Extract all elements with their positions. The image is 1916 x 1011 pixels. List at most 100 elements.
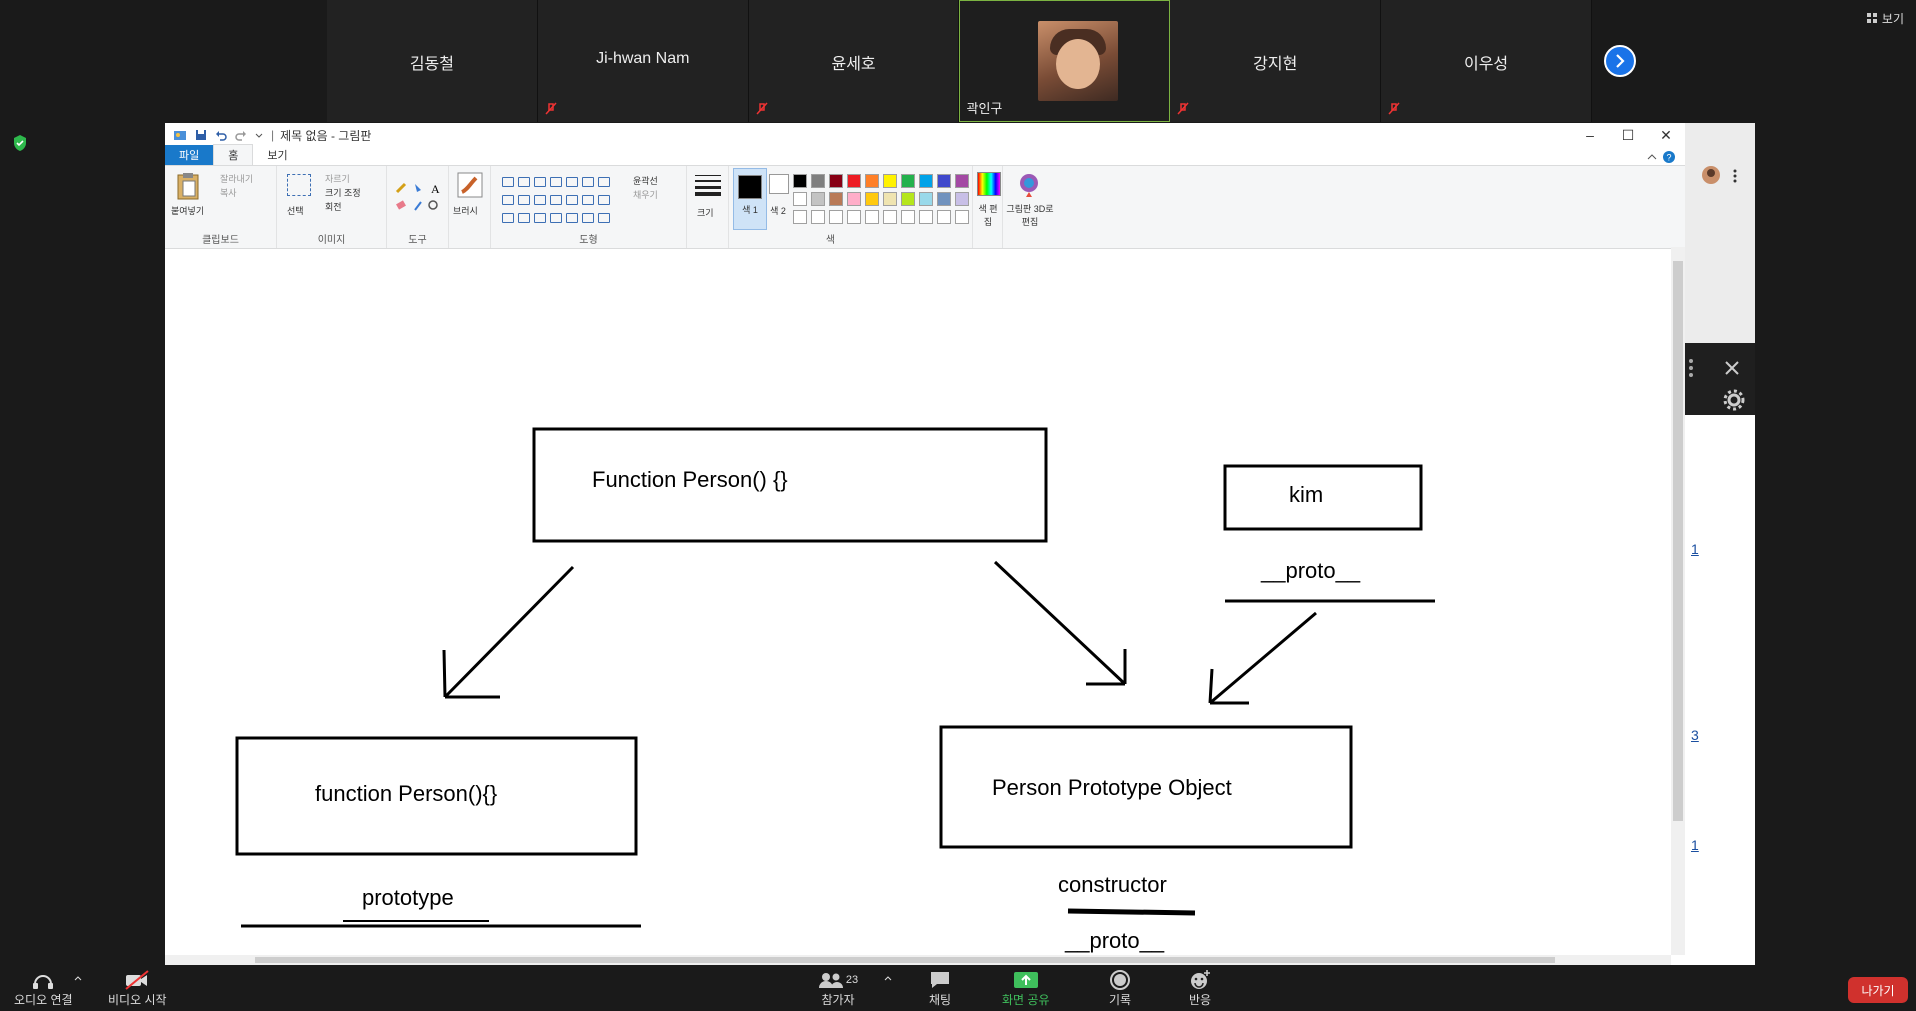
collapse-ribbon-icon[interactable] <box>1647 152 1657 162</box>
color-swatch[interactable] <box>811 192 825 206</box>
chat-button[interactable]: 채팅 <box>926 969 954 1008</box>
help-icon[interactable]: ? <box>1663 151 1675 163</box>
chevron-up-icon[interactable] <box>74 975 82 981</box>
brush-icon[interactable] <box>457 172 483 198</box>
start-video-button[interactable]: 비디오 시작 <box>108 969 167 1008</box>
save-icon[interactable] <box>195 129 207 141</box>
color-swatch[interactable] <box>865 192 879 206</box>
copy-button[interactable]: 복사 <box>220 186 237 199</box>
tools-group: A 도구 <box>387 166 449 248</box>
color-swatch[interactable] <box>919 210 933 224</box>
color1-selector[interactable]: 색 1 <box>733 168 767 230</box>
color-swatch[interactable] <box>901 192 915 206</box>
crop-button[interactable]: 자르기 <box>325 172 350 185</box>
color-swatch[interactable] <box>955 210 969 224</box>
redo-icon[interactable] <box>235 129 247 141</box>
color-swatch[interactable] <box>829 192 843 206</box>
reactions-button[interactable]: 반응 <box>1186 969 1214 1008</box>
color-swatch[interactable] <box>901 174 915 188</box>
maximize-button[interactable]: ☐ <box>1609 123 1647 147</box>
page-link[interactable]: 1 <box>1691 837 1699 853</box>
color-swatch[interactable] <box>793 210 807 224</box>
color-swatch[interactable] <box>955 174 969 188</box>
drawing-canvas[interactable]: Function Person() {} kim __proto__ funct… <box>165 271 1685 965</box>
outline-button[interactable]: 윤곽선 <box>633 174 658 187</box>
share-screen-button[interactable]: 화면 공유 <box>1002 969 1050 1008</box>
participants-button[interactable]: 23 참가자 <box>816 969 860 1008</box>
color-swatch[interactable] <box>793 174 807 188</box>
leave-button[interactable]: 나가기 <box>1848 977 1908 1003</box>
participant-tile[interactable]: 이우성 <box>1381 0 1592 122</box>
participant-tile[interactable]: 김동철 <box>327 0 538 122</box>
color-swatch[interactable] <box>919 174 933 188</box>
clipboard-group: 붙여넣기 잘라내기 복사 클립보드 <box>165 166 277 248</box>
gear-icon[interactable] <box>1723 389 1745 411</box>
shape-gallery[interactable] <box>501 174 611 226</box>
color2-label[interactable]: 색 2 <box>767 204 789 217</box>
color-swatch[interactable] <box>811 174 825 188</box>
vertical-scrollbar[interactable] <box>1671 247 1685 955</box>
close-icon[interactable] <box>1725 361 1739 375</box>
color-swatch[interactable] <box>829 210 843 224</box>
color-palette[interactable] <box>793 174 971 226</box>
participant-tile[interactable]: Ji-hwan Nam <box>537 0 749 122</box>
page-link[interactable]: 3 <box>1691 727 1699 743</box>
color-swatch[interactable] <box>847 210 861 224</box>
color-swatch[interactable] <box>937 192 951 206</box>
tab-file[interactable]: 파일 <box>165 145 214 165</box>
paint3d-icon[interactable] <box>1017 172 1041 198</box>
color-swatch[interactable] <box>865 174 879 188</box>
minimize-button[interactable]: – <box>1571 123 1609 147</box>
chevron-down-icon[interactable] <box>255 129 263 141</box>
participant-tile-active-speaker[interactable]: 곽인구 <box>959 0 1171 122</box>
color2-swatch[interactable] <box>769 174 789 194</box>
next-page-button[interactable] <box>1604 45 1636 77</box>
paint3d-button[interactable]: 그림판 3D로 편집 <box>1005 202 1055 228</box>
brushes-button[interactable]: 브러시 <box>453 204 478 217</box>
participant-tile[interactable]: 윤세호 <box>748 0 960 122</box>
line-size-icon[interactable] <box>695 174 721 196</box>
more-vert-icon[interactable] <box>1733 169 1737 183</box>
color-swatch[interactable] <box>829 174 843 188</box>
size-button[interactable]: 크기 <box>697 206 714 219</box>
participant-name: 곽인구 <box>966 101 1003 116</box>
color-swatch[interactable] <box>883 174 897 188</box>
color-swatch[interactable] <box>937 174 951 188</box>
color-swatch[interactable] <box>937 210 951 224</box>
chevron-up-icon[interactable] <box>884 975 892 981</box>
color-swatch[interactable] <box>883 210 897 224</box>
page-link[interactable]: 1 <box>1691 541 1699 557</box>
horizontal-scrollbar[interactable] <box>165 955 1671 965</box>
color-swatch[interactable] <box>847 192 861 206</box>
color-swatch[interactable] <box>847 174 861 188</box>
view-button[interactable]: 보기 <box>1866 10 1904 27</box>
undo-icon[interactable] <box>215 129 227 141</box>
select-icon[interactable] <box>287 174 311 196</box>
color-swatch[interactable] <box>919 192 933 206</box>
color-swatch[interactable] <box>883 192 897 206</box>
participant-tile[interactable]: 강지현 <box>1170 0 1382 122</box>
color-swatch[interactable] <box>793 192 807 206</box>
resize-button[interactable]: 크기 조정 <box>325 186 361 199</box>
group-label: 도구 <box>408 235 427 246</box>
record-button[interactable]: 기록 <box>1106 969 1134 1008</box>
tab-view[interactable]: 보기 <box>253 145 301 165</box>
edit-colors-button[interactable]: 색 편집 <box>975 202 1001 228</box>
color-spectrum-icon[interactable] <box>977 172 1001 196</box>
color-swatch[interactable] <box>901 210 915 224</box>
color-swatch[interactable] <box>955 192 969 206</box>
color-swatch[interactable] <box>811 210 825 224</box>
close-button[interactable]: ✕ <box>1647 123 1685 147</box>
rotate-button[interactable]: 회전 <box>325 200 342 213</box>
cut-button[interactable]: 잘라내기 <box>220 172 253 185</box>
tools-icons[interactable]: A <box>395 180 443 216</box>
select-button[interactable]: 선택 <box>287 204 304 217</box>
profile-avatar-icon[interactable] <box>1701 165 1721 185</box>
paste-button[interactable]: 붙여넣기 <box>171 204 204 217</box>
more-vert-icon[interactable] <box>1689 359 1693 377</box>
color-swatch[interactable] <box>865 210 879 224</box>
audio-button[interactable]: 오디오 연결 <box>14 969 73 1008</box>
fill-button[interactable]: 채우기 <box>633 188 658 201</box>
tab-home[interactable]: 홈 <box>213 144 254 165</box>
paste-icon[interactable] <box>175 172 201 200</box>
